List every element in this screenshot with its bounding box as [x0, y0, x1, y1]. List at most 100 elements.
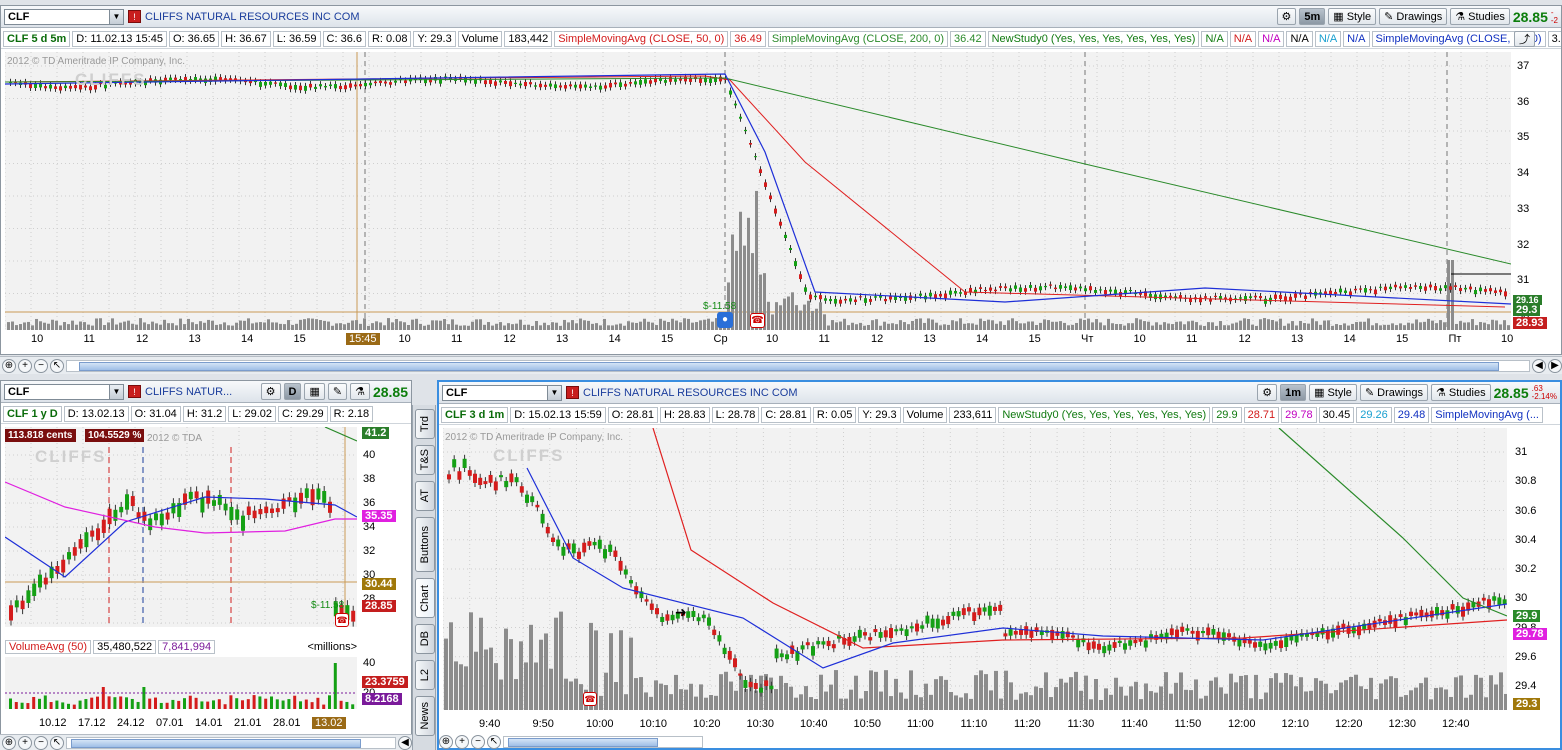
- tab-l2[interactable]: L2: [415, 660, 435, 690]
- intraday-drawings-button[interactable]: ✎ Drawings: [1359, 384, 1429, 401]
- tab-at[interactable]: AT: [415, 481, 435, 511]
- phone-event-icon[interactable]: ☎: [750, 313, 765, 328]
- volume-bar: [775, 302, 778, 330]
- volume-bar: [1023, 323, 1026, 330]
- volume-bar: [79, 321, 82, 330]
- intraday-scroll-thumb[interactable]: [508, 738, 658, 747]
- daily-scroll-thumb[interactable]: [71, 738, 361, 748]
- candle-body: [701, 614, 706, 619]
- intraday-zoom-fit-icon[interactable]: ⊕: [439, 735, 453, 749]
- chart-header[interactable]: CLF 5 d 5m: [3, 30, 71, 47]
- candle-body: [748, 681, 753, 688]
- candle-body: [1369, 289, 1372, 291]
- volume-bar: [1427, 318, 1430, 330]
- intraday-zoom-in-icon[interactable]: +: [455, 735, 469, 749]
- intraday-scrollbar[interactable]: [503, 736, 703, 748]
- daily-scroll-left-icon[interactable]: ◀: [398, 735, 412, 750]
- symbol-input[interactable]: CLF ▼: [4, 8, 124, 25]
- daily-scrollbar[interactable]: [66, 736, 396, 749]
- intraday-symbol-input[interactable]: CLF ▼: [442, 384, 562, 401]
- top-plot-area[interactable]: 2012 © TD Ameritrade IP Company, Inc. CL…: [5, 52, 1511, 330]
- intraday-chart-header[interactable]: CLF 3 d 1m: [441, 406, 509, 423]
- volume-bar: [1223, 325, 1226, 330]
- candle-body: [959, 292, 962, 294]
- tab-db[interactable]: DB: [415, 624, 435, 654]
- volume-bar: [1311, 318, 1314, 330]
- daily-symbol-input[interactable]: CLF ▼: [4, 383, 124, 400]
- scroll-right-icon[interactable]: ▶: [1548, 358, 1562, 373]
- volume-bar: [515, 323, 518, 330]
- top-y-axis: 37 36 35 34 33 32 31 30: [1513, 52, 1561, 330]
- studies-button[interactable]: ⚗ Studies: [1450, 8, 1510, 25]
- drawings-button[interactable]: ✎ Drawings: [1379, 8, 1448, 25]
- zoom-out-icon[interactable]: −: [34, 358, 48, 373]
- info-bubble-icon[interactable]: ●: [717, 312, 733, 328]
- intraday-alert-badge-icon[interactable]: !: [566, 386, 579, 399]
- candle-body: [119, 506, 124, 513]
- daily-aggregation-button[interactable]: D: [283, 383, 302, 400]
- daily-cursor-icon[interactable]: ↖: [50, 735, 64, 750]
- aggregation-button[interactable]: 5m: [1299, 8, 1326, 25]
- intraday-style-button[interactable]: ▦ Style: [1309, 384, 1357, 401]
- candle-body: [61, 559, 66, 573]
- chart-settings-icon[interactable]: ⤴: [1514, 31, 1535, 47]
- daily-zoom-fit-icon[interactable]: ⊕: [2, 735, 16, 750]
- style-button[interactable]: ▦ Style: [1328, 8, 1377, 25]
- scroll-left-icon[interactable]: ◀: [1532, 358, 1546, 373]
- volume-bar: [574, 678, 578, 710]
- intraday-phone-event-icon[interactable]: ☎: [583, 692, 597, 706]
- zoom-in-icon[interactable]: +: [18, 358, 32, 373]
- daily-phone-event-icon[interactable]: ☎: [335, 613, 349, 627]
- intraday-cursor-icon[interactable]: ↖: [487, 735, 501, 749]
- volume-bar: [328, 695, 331, 709]
- zoom-fit-icon[interactable]: ⊕: [2, 358, 16, 373]
- daily-info-open: O: 31.04: [130, 405, 181, 422]
- candle-body: [125, 494, 129, 510]
- intraday-plot-area[interactable]: 2012 © TD Ameritrade IP Company, Inc. CL…: [443, 428, 1507, 710]
- volume-bar: [915, 318, 918, 330]
- volume-bar: [974, 675, 978, 710]
- candle-body: [899, 628, 904, 631]
- intraday-symbol-dropdown-icon[interactable]: ▼: [547, 385, 561, 400]
- top-horizontal-scrollbar[interactable]: [66, 359, 1530, 372]
- tab-news[interactable]: News: [415, 696, 435, 736]
- top-scroll-thumb[interactable]: [79, 361, 1499, 371]
- daily-volume-area[interactable]: [5, 657, 357, 709]
- tab-ts[interactable]: T&S: [415, 445, 435, 475]
- daily-plot-area[interactable]: 113.818 cents 104.5529 % 2012 © TDA CLIF…: [5, 427, 357, 627]
- daily-alert-badge-icon[interactable]: !: [128, 385, 141, 398]
- volume-bar: [1295, 325, 1298, 330]
- volume-bar: [447, 324, 450, 330]
- symbol-dropdown-icon[interactable]: ▼: [109, 9, 123, 24]
- x-tick-label: 10:50: [853, 718, 882, 730]
- volume-bar: [1351, 323, 1354, 330]
- tab-trd[interactable]: Trd: [415, 409, 435, 439]
- volume-bar: [919, 318, 922, 330]
- volume-bar: [131, 323, 134, 330]
- candle-body: [654, 78, 657, 83]
- daily-style-icon[interactable]: ▦: [304, 383, 325, 400]
- intraday-aggregation-button[interactable]: 1m: [1280, 384, 1307, 401]
- intraday-last-price: 28.85: [1493, 384, 1529, 401]
- link-icon[interactable]: ⚙: [1276, 8, 1297, 25]
- candle-body: [309, 83, 312, 88]
- daily-symbol-dropdown-icon[interactable]: ▼: [109, 384, 123, 399]
- top-chart-panel: CLF ▼ ! CLIFFS NATURAL RESOURCES INC COM …: [0, 5, 1562, 355]
- volume-bar: [371, 323, 374, 330]
- daily-link-icon[interactable]: ⚙: [260, 383, 281, 400]
- daily-zoom-in-icon[interactable]: +: [18, 735, 32, 750]
- cursor-icon[interactable]: ↖: [50, 358, 64, 373]
- volume-bar: [1395, 325, 1398, 330]
- intraday-zoom-out-icon[interactable]: −: [471, 735, 485, 749]
- x-tick-label: 07.01: [156, 717, 184, 729]
- intraday-studies-button[interactable]: ⚗ Studies: [1431, 384, 1491, 401]
- tab-buttons[interactable]: Buttons: [415, 517, 435, 572]
- alert-badge-icon[interactable]: !: [128, 10, 141, 23]
- daily-chart-header[interactable]: CLF 1 y D: [3, 405, 62, 422]
- intraday-link-icon[interactable]: ⚙: [1257, 384, 1278, 401]
- candle-body: [1029, 285, 1032, 288]
- daily-flask-icon[interactable]: ⚗: [350, 383, 370, 400]
- daily-zoom-out-icon[interactable]: −: [34, 735, 48, 750]
- daily-pencil-icon[interactable]: ✎: [327, 383, 348, 400]
- tab-chart[interactable]: Chart: [415, 578, 435, 618]
